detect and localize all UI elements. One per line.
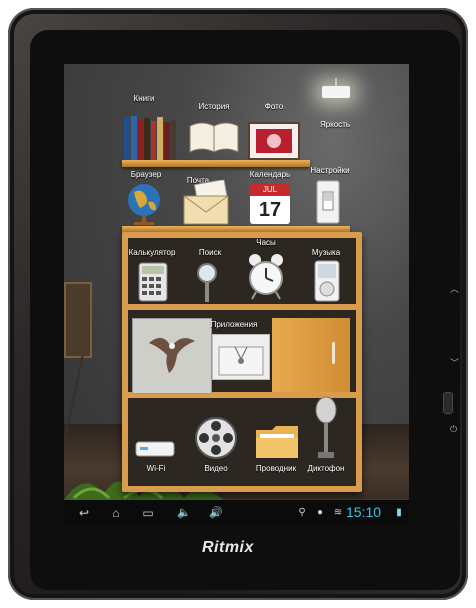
status-bar: ↩ ⌂ ▭ 🔈 🔊 ⚲ ● ≋ 15:10 ▮ <box>64 500 409 526</box>
history-book-icon[interactable] <box>188 118 240 156</box>
settings-switch-icon[interactable] <box>316 180 340 224</box>
calendar-label[interactable]: Календарь <box>250 170 290 179</box>
clock-label[interactable]: Часы <box>256 238 276 247</box>
applications-label[interactable]: Приложения <box>211 320 258 329</box>
usb-icon: ⚲ <box>298 507 306 518</box>
calendar-icon[interactable]: JUL 17 <box>250 184 290 224</box>
brand-logo: Ritmix <box>202 539 254 556</box>
magnifier-icon[interactable] <box>194 262 220 304</box>
calculator-icon[interactable] <box>138 262 168 302</box>
back-icon[interactable]: ↩ <box>74 504 94 522</box>
screen: Яркость Книги История Фото Браузер Почта… <box>64 64 409 526</box>
browser-label[interactable]: Браузер <box>131 170 162 179</box>
android-icon: ● <box>316 507 324 518</box>
wall-painting <box>64 282 92 358</box>
search-label[interactable]: Поиск <box>199 248 221 257</box>
applications-box-icon[interactable] <box>212 334 270 380</box>
microphone-icon[interactable] <box>314 396 338 460</box>
volume-up-icon[interactable]: 🔊 <box>206 504 226 522</box>
photo-frame-icon[interactable] <box>248 122 300 160</box>
brightness-label[interactable]: Яркость <box>320 120 350 129</box>
brightness-lamp-icon[interactable] <box>316 78 356 104</box>
folder-icon[interactable] <box>254 420 300 460</box>
power-icon[interactable]: ⏻ <box>450 424 457 435</box>
books-icon[interactable] <box>122 112 178 160</box>
eagle-image <box>149 337 195 373</box>
settings-label[interactable]: Настройки <box>310 166 349 175</box>
film-reel-icon[interactable] <box>192 414 240 462</box>
music-label[interactable]: Музыка <box>312 248 340 257</box>
calendar-month: JUL <box>250 184 290 196</box>
app-preview-image <box>132 318 212 394</box>
photo-label[interactable]: Фото <box>265 102 283 111</box>
calendar-day: 17 <box>250 196 290 224</box>
history-label[interactable]: История <box>198 102 229 111</box>
volume-down-icon[interactable]: 🔈 <box>174 504 194 522</box>
wifi-router-icon[interactable] <box>134 434 176 460</box>
wifi-signal-icon: ≋ <box>333 507 343 518</box>
calculator-label[interactable]: Калькулятор <box>129 248 176 257</box>
top-shelf <box>122 160 310 167</box>
wifi-label[interactable]: Wi-Fi <box>147 464 166 473</box>
battery-icon: ▮ <box>396 507 402 518</box>
side-key-up-icon[interactable]: ︿ <box>450 282 459 295</box>
side-key-down-icon[interactable]: ﹀ <box>450 356 459 369</box>
mail-envelope-icon[interactable] <box>182 180 232 226</box>
cabinet-divider-1 <box>128 304 356 310</box>
home-icon[interactable]: ⌂ <box>106 504 126 522</box>
recent-apps-icon[interactable]: ▭ <box>138 504 158 522</box>
music-player-icon[interactable] <box>314 260 340 302</box>
status-time: 15:10 <box>346 504 382 520</box>
video-label[interactable]: Видео <box>204 464 227 473</box>
explorer-label[interactable]: Проводник <box>256 464 296 473</box>
recorder-label[interactable]: Диктофон <box>308 464 345 473</box>
side-button[interactable] <box>443 392 453 414</box>
books-label[interactable]: Книги <box>134 94 155 103</box>
door-handle <box>332 342 335 364</box>
globe-icon[interactable] <box>124 182 164 226</box>
cabinet-door[interactable] <box>272 318 350 392</box>
alarm-clock-icon[interactable] <box>246 252 286 302</box>
